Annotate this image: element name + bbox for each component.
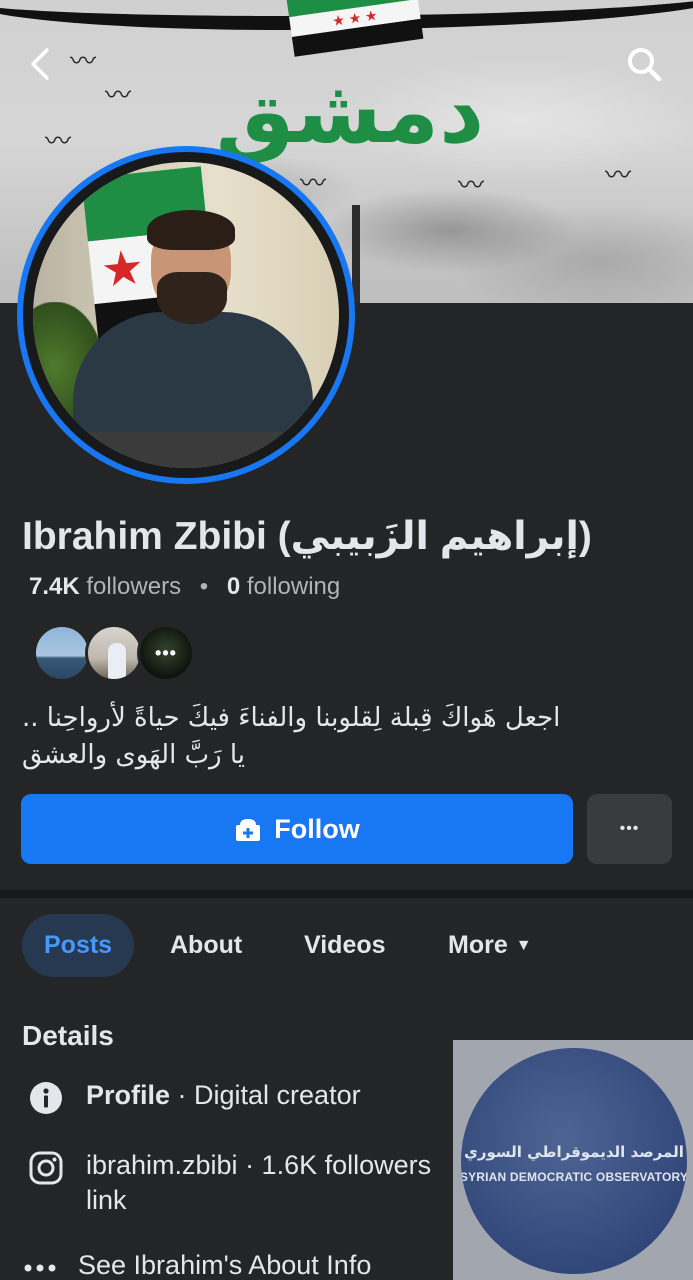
mutual-more-avatar[interactable]: ••• <box>137 624 195 682</box>
follow-stats: 7.4K followers • 0 following <box>29 573 340 601</box>
ellipsis-icon: ••• <box>619 820 640 837</box>
bird-icon: 〰 <box>45 126 72 156</box>
follow-button-label: Follow <box>274 813 360 844</box>
more-options-button[interactable]: ••• <box>587 794 672 864</box>
section-divider <box>0 890 693 898</box>
see-about-info[interactable]: See Ibrahim's About Info <box>22 1248 371 1280</box>
detail-profile-category: Profile · Digital creator <box>28 1078 361 1116</box>
bird-icon: 〰 <box>300 168 327 198</box>
follow-button[interactable]: Follow <box>21 794 573 864</box>
instagram-handle[interactable]: ibrahim.zbibi <box>86 1150 238 1180</box>
tab-videos[interactable]: Videos <box>304 914 386 977</box>
avatar: ★ <box>33 162 339 468</box>
mutual-avatar[interactable] <box>33 624 91 682</box>
bird-icon: 〰 <box>605 160 632 190</box>
followers-label[interactable]: followers <box>86 573 181 600</box>
info-icon <box>28 1080 64 1116</box>
bird-icon: 〰 <box>105 80 132 110</box>
ellipsis-icon <box>22 1250 58 1280</box>
caret-down-icon: ▼ <box>515 936 532 954</box>
profile-bio: اجعل هَواكَ قِبلة لِقلوبنا والفناءَ فيكَ… <box>22 700 622 774</box>
instagram-stats: · 1.6K followers <box>237 1150 432 1180</box>
mutual-avatar[interactable] <box>85 624 143 682</box>
instagram-icon <box>28 1150 64 1186</box>
stats-separator: • <box>199 573 209 600</box>
about-info-label: See Ibrahim's About Info <box>78 1250 372 1280</box>
followers-count[interactable]: 7.4K <box>29 573 80 600</box>
detail-value: · Digital creator <box>170 1080 361 1110</box>
details-heading: Details <box>22 1020 114 1051</box>
tab-about[interactable]: About <box>170 914 242 977</box>
search-icon <box>628 48 662 82</box>
cover-city-text: دمشق <box>215 60 485 163</box>
mutual-friends-list[interactable]: ••• <box>33 624 195 682</box>
bird-icon: 〰 <box>458 170 485 200</box>
chevron-left-icon <box>31 48 49 80</box>
search-button[interactable] <box>622 42 666 86</box>
instagram-link[interactable]: link <box>86 1185 127 1215</box>
bio-line: اجعل هَواكَ قِبلة لِقلوبنا والفناءَ فيكَ… <box>22 703 561 733</box>
add-friend-icon <box>234 816 262 842</box>
following-count[interactable]: 0 <box>227 573 240 600</box>
profile-name: Ibrahim Zbibi (إبراهيم الزَبيبي) <box>22 515 592 558</box>
tab-more[interactable]: More ▼ <box>448 914 532 977</box>
back-button[interactable] <box>18 42 62 86</box>
bird-icon: 〰 <box>70 46 97 76</box>
bio-line: يا رَبَّ الهَوى والعشق <box>22 740 246 770</box>
watermark-logo: المرصد الديموقراطي السوري SYRIAN DEMOCRA… <box>461 1048 687 1274</box>
detail-instagram[interactable]: ibrahim.zbibi · 1.6K followers link <box>28 1148 431 1218</box>
watermark: المرصد الديموقراطي السوري SYRIAN DEMOCRA… <box>453 1040 693 1280</box>
profile-picture[interactable]: ★ <box>17 146 355 484</box>
tab-posts[interactable]: Posts <box>22 914 135 977</box>
cover-flagpole <box>352 205 360 303</box>
detail-key: Profile <box>86 1080 171 1110</box>
following-label[interactable]: following <box>247 573 340 600</box>
